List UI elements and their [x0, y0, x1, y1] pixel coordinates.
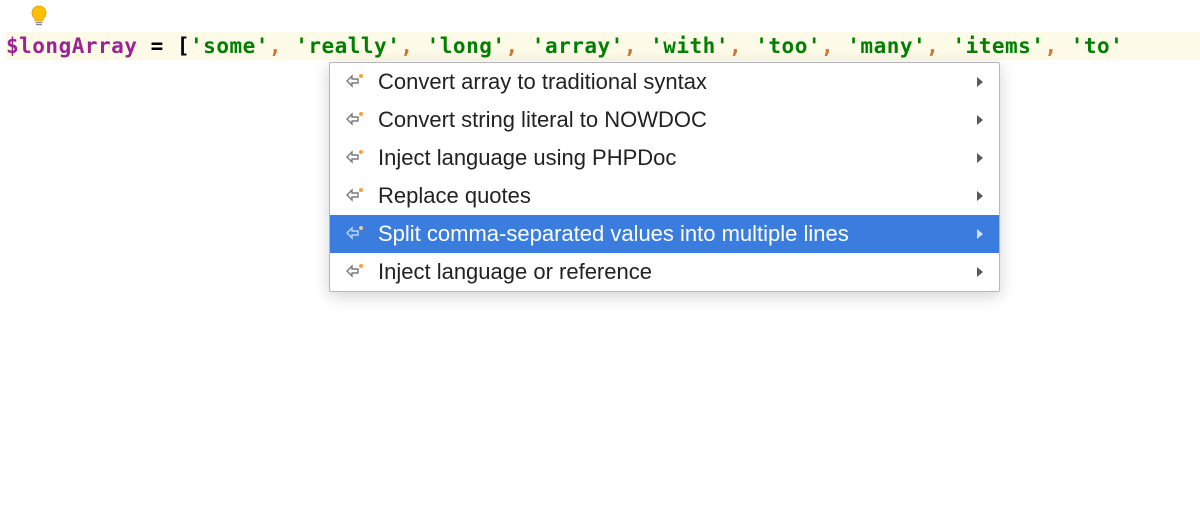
menu-item-label: Convert string literal to NOWDOC: [378, 107, 973, 133]
code-comma: ,: [729, 34, 755, 58]
code-comma: ,: [624, 34, 650, 58]
menu-item-label: Replace quotes: [378, 183, 973, 209]
code-string: 'too': [755, 34, 821, 58]
intention-icon: [344, 261, 366, 283]
code-string: 'long': [427, 34, 506, 58]
chevron-right-icon: [973, 189, 987, 203]
code-comma: ,: [821, 34, 847, 58]
intention-icon: [344, 185, 366, 207]
chevron-right-icon: [973, 151, 987, 165]
menu-item-label: Inject language using PHPDoc: [378, 145, 973, 171]
code-string: 'many': [847, 34, 926, 58]
code-string: 'to': [1071, 34, 1124, 58]
code-comma: ,: [269, 34, 295, 58]
menu-item-label: Split comma-separated values into multip…: [378, 221, 973, 247]
intention-icon: [344, 109, 366, 131]
chevron-right-icon: [973, 227, 987, 241]
chevron-right-icon: [973, 265, 987, 279]
chevron-right-icon: [973, 113, 987, 127]
code-comma: ,: [506, 34, 532, 58]
code-line[interactable]: $longArray = ['some', 'really', 'long', …: [6, 32, 1200, 60]
code-comma: ,: [1044, 34, 1070, 58]
intention-icon: [344, 223, 366, 245]
code-comma: ,: [926, 34, 952, 58]
menu-item-inject-language[interactable]: Inject language or reference: [330, 253, 999, 291]
code-string: 'really': [295, 34, 400, 58]
menu-item-convert-nowdoc[interactable]: Convert string literal to NOWDOC: [330, 101, 999, 139]
intention-icon: [344, 71, 366, 93]
intention-icon: [344, 147, 366, 169]
code-comma: ,: [400, 34, 426, 58]
menu-item-split-values[interactable]: Split comma-separated values into multip…: [330, 215, 999, 253]
code-equals: =: [137, 34, 176, 58]
menu-item-replace-quotes[interactable]: Replace quotes: [330, 177, 999, 215]
code-string: 'array': [532, 34, 624, 58]
chevron-right-icon: [973, 75, 987, 89]
code-string: 'with': [650, 34, 729, 58]
code-string: 'items': [952, 34, 1044, 58]
lightbulb-icon[interactable]: [28, 4, 50, 28]
intention-action-menu: Convert array to traditional syntax Conv…: [329, 62, 1000, 292]
menu-item-label: Convert array to traditional syntax: [378, 69, 973, 95]
code-string: 'some': [190, 34, 269, 58]
menu-item-label: Inject language or reference: [378, 259, 973, 285]
code-open-bracket: [: [177, 34, 190, 58]
code-variable: $longArray: [6, 34, 137, 58]
menu-item-convert-array[interactable]: Convert array to traditional syntax: [330, 63, 999, 101]
menu-item-inject-phpdoc[interactable]: Inject language using PHPDoc: [330, 139, 999, 177]
